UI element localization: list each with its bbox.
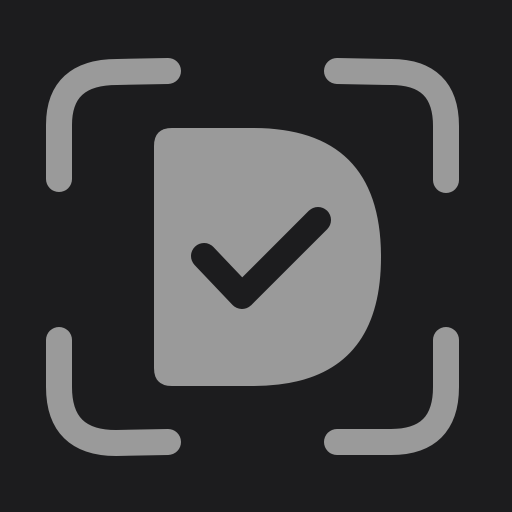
document-scan-check-icon xyxy=(0,0,512,512)
